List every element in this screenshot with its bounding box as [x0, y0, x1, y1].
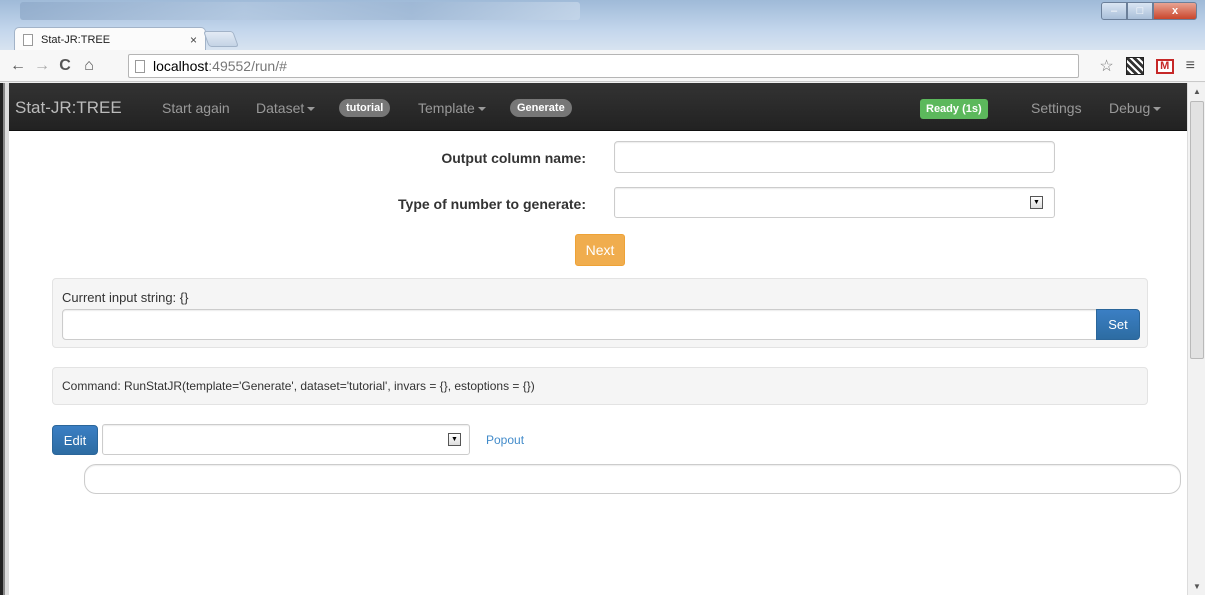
next-button[interactable]: Next	[575, 234, 625, 266]
scrollbar-thumb[interactable]	[1190, 101, 1204, 359]
window-controls: – □ x	[1101, 2, 1197, 20]
number-type-select[interactable]: ▼	[614, 187, 1055, 218]
set-button[interactable]: Set	[1096, 309, 1140, 340]
dataset-badge: tutorial	[339, 99, 391, 117]
nav-settings[interactable]: Settings	[1031, 100, 1082, 116]
status-badge: Ready (1s)	[920, 99, 988, 119]
output-column-label: Output column name:	[441, 150, 586, 166]
nav-debug-label: Debug	[1109, 100, 1151, 116]
command-text: Command: RunStatJR(template='Generate', …	[62, 379, 535, 393]
forward-icon[interactable]: →	[34, 57, 50, 75]
minimize-button[interactable]: –	[1101, 2, 1127, 20]
caret-down-icon	[307, 107, 316, 112]
popout-link[interactable]: Popout	[486, 433, 524, 447]
extension-icon[interactable]	[1125, 57, 1144, 75]
tab-title: Stat-JR:TREE	[41, 33, 111, 46]
star-icon[interactable]: ☆	[1099, 56, 1113, 76]
toolbar-actions: ☆ M ≡	[1099, 56, 1195, 76]
nav-template-label: Template	[418, 100, 475, 116]
brand-logo[interactable]: Stat-JR:TREE	[15, 98, 122, 118]
command-well: Command: RunStatJR(template='Generate', …	[52, 367, 1148, 405]
back-icon[interactable]: ←	[10, 57, 26, 75]
nav-dataset-dropdown[interactable]: Dataset	[256, 100, 316, 116]
browser-toolbar: ← → C ⌂ localhost:49552/run/# ☆ M ≡	[0, 50, 1205, 82]
edit-button[interactable]: Edit	[52, 425, 98, 455]
background-tabs	[20, 2, 580, 20]
window-edge	[0, 83, 9, 595]
maximize-button[interactable]: □	[1127, 2, 1153, 20]
dropdown-arrow-icon: ▼	[448, 433, 461, 446]
app-navbar: Stat-JR:TREE Start again Dataset tutoria…	[9, 83, 1187, 131]
page-icon	[135, 59, 145, 73]
nav-template-dropdown[interactable]: Template	[418, 100, 486, 116]
dropdown-arrow-icon: ▼	[1030, 196, 1043, 209]
caret-down-icon	[477, 107, 486, 112]
window-frame: – □ x Stat-JR:TREE ×	[0, 0, 1205, 51]
input-string-well: Current input string: {} Set	[52, 278, 1148, 348]
page-icon	[23, 33, 33, 46]
output-panel	[84, 464, 1181, 494]
template-badge: Generate	[510, 99, 572, 117]
caret-down-icon	[1153, 107, 1162, 112]
address-bar[interactable]: localhost:49552/run/#	[128, 54, 1079, 78]
gmail-icon[interactable]: M	[1155, 58, 1174, 74]
menu-icon[interactable]: ≡	[1186, 57, 1195, 75]
nav-dataset-label: Dataset	[256, 100, 305, 116]
vertical-scrollbar[interactable]: ▲ ▼	[1187, 83, 1205, 595]
scroll-up-icon[interactable]: ▲	[1193, 87, 1201, 96]
close-window-button[interactable]: x	[1153, 2, 1197, 20]
input-string-label: Current input string: {}	[62, 290, 189, 305]
nav-debug-dropdown[interactable]: Debug	[1109, 100, 1162, 116]
tab-close-icon[interactable]: ×	[190, 33, 197, 47]
nav-start-again[interactable]: Start again	[162, 100, 230, 116]
home-icon[interactable]: ⌂	[82, 57, 96, 75]
reload-icon[interactable]: C	[58, 57, 72, 75]
new-tab-button[interactable]	[203, 31, 239, 47]
output-column-input[interactable]	[614, 141, 1055, 173]
edit-select[interactable]: ▼	[102, 424, 470, 455]
url-host: localhost	[153, 58, 209, 74]
number-type-label: Type of number to generate:	[398, 196, 586, 212]
browser-tab[interactable]: Stat-JR:TREE ×	[14, 27, 206, 51]
page-viewport: Stat-JR:TREE Start again Dataset tutoria…	[9, 83, 1187, 595]
url-path: :49552/run/#	[208, 58, 287, 74]
input-string-field[interactable]	[62, 309, 1098, 340]
scroll-down-icon[interactable]: ▼	[1193, 582, 1201, 591]
